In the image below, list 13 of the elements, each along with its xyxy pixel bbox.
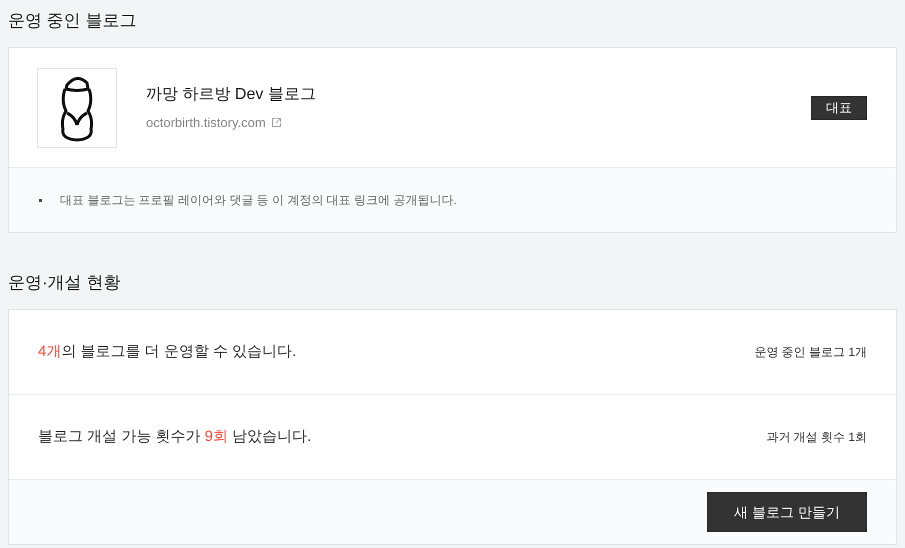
external-link-icon: [270, 117, 282, 128]
note-text: 대표 블로그는 프로필 레이어와 댓글 등 이 계정의 대표 링크에 공개됩니다.: [60, 192, 457, 209]
create-blog-button[interactable]: 새 블로그 만들기: [707, 492, 867, 532]
blog-url-link[interactable]: octorbirth.tistory.com: [146, 112, 282, 132]
bullet-icon: [39, 198, 42, 202]
section-title: 운영·개설 현황: [8, 272, 122, 294]
blog-name: 까망 하르방 Dev 블로그: [146, 84, 317, 105]
status-count: 과거 개설 횟수 1회: [766, 429, 867, 446]
section-title: 운영 중인 블로그: [8, 10, 138, 32]
status-message: 블로그 개설 가능 횟수가 9회 남았습니다.: [38, 426, 312, 447]
status-count: 운영 중인 블로그 1개: [754, 344, 867, 361]
status-message: 4개의 블로그를 더 운영할 수 있습니다.: [38, 342, 296, 362]
representative-badge: 대표: [811, 96, 867, 120]
